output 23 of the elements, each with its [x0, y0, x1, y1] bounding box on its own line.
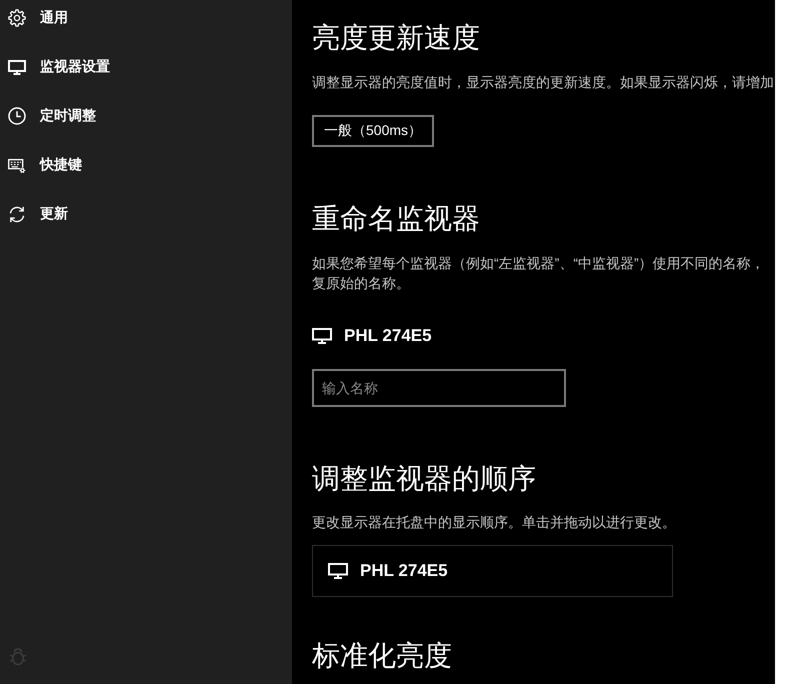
- nav-item[interactable]: 定时调整: [0, 98, 292, 134]
- section-description: 调整显示器的亮度值时，显示器亮度的更新速度。如果显示器闪烁，请增加: [312, 73, 774, 92]
- refresh-icon: [8, 204, 26, 224]
- monitor-card[interactable]: PHL 274E5: [312, 545, 673, 597]
- name-input-field[interactable]: 输入名称: [312, 369, 566, 407]
- nav-item[interactable]: 监视器设置: [0, 49, 292, 85]
- monitor-name: PHL 274E5: [344, 326, 432, 346]
- monitor-icon: [8, 60, 26, 74]
- clock-icon: [8, 107, 26, 125]
- settings-icon: [8, 9, 26, 27]
- section-description: 更改显示器在托盘中的显示顺序。单击并拖动以进行更改。: [312, 513, 676, 532]
- bug-icon[interactable]: [9, 647, 27, 666]
- section-title: 重命名监视器: [312, 202, 480, 236]
- monitor-icon: [312, 328, 332, 344]
- nav-item[interactable]: 更新: [0, 196, 292, 232]
- section-description: 如果您希望每个监视器（例如“左监视器”、“中监视器”）使用不同的名称， 复原始的名称。: [312, 254, 765, 293]
- nav-item[interactable]: 通用: [0, 0, 292, 36]
- section-title: 亮度更新速度: [312, 21, 480, 55]
- section-title: 标准化亮度: [312, 639, 452, 673]
- nav-item[interactable]: 快捷键: [0, 147, 292, 183]
- speed-select[interactable]: 一般（500ms）: [312, 115, 434, 147]
- monitor-icon: [328, 563, 348, 579]
- section-title: 调整监视器的顺序: [312, 462, 536, 496]
